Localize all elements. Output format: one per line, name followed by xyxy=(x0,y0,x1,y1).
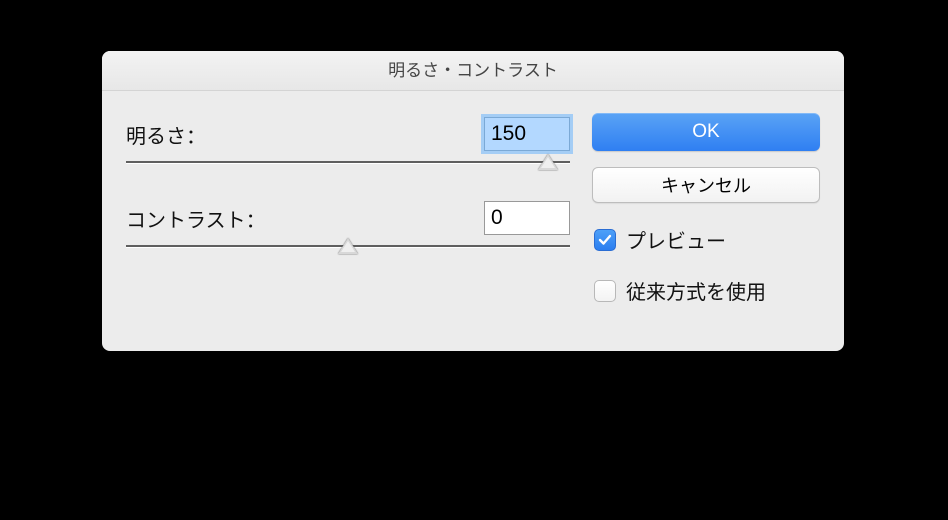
dialog-title: 明るさ・コントラスト xyxy=(102,51,844,91)
slider-track xyxy=(126,161,570,163)
brightness-slider[interactable] xyxy=(126,157,570,187)
preview-label: プレビュー xyxy=(626,225,726,254)
contrast-label: コントラスト： xyxy=(126,204,266,233)
slider-thumb-icon[interactable] xyxy=(338,238,358,254)
legacy-row: 従来方式を使用 xyxy=(592,276,820,305)
preview-row: プレビュー xyxy=(592,225,820,254)
cancel-button[interactable]: キャンセル xyxy=(592,167,820,203)
controls-column: 明るさ： コントラスト： xyxy=(126,113,570,327)
slider-thumb-icon[interactable] xyxy=(538,154,558,170)
brightness-contrast-dialog: 明るさ・コントラスト 明るさ： コントラスト： OK キャンセル xyxy=(102,51,844,351)
action-column: OK キャンセル プレビュー 従来方式を使用 xyxy=(592,113,820,327)
contrast-slider[interactable] xyxy=(126,241,570,271)
legacy-checkbox[interactable] xyxy=(594,280,616,302)
contrast-row: コントラスト： xyxy=(126,201,570,235)
preview-checkbox[interactable] xyxy=(594,229,616,251)
contrast-input[interactable] xyxy=(484,201,570,235)
brightness-input[interactable] xyxy=(484,117,570,151)
legacy-label: 従来方式を使用 xyxy=(626,276,766,305)
ok-button[interactable]: OK xyxy=(592,113,820,151)
brightness-label: 明るさ： xyxy=(126,120,206,149)
checkmark-icon xyxy=(597,232,613,248)
brightness-row: 明るさ： xyxy=(126,117,570,151)
dialog-body: 明るさ： コントラスト： OK キャンセル xyxy=(102,91,844,351)
